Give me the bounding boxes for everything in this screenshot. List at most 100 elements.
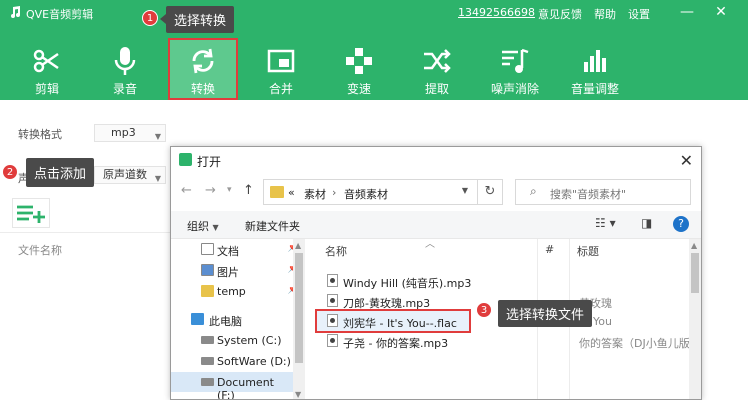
drive-icon: [201, 336, 214, 344]
file-row[interactable]: 子尧 - 你的答案.mp3 你的答案（DJ小鱼儿版）: [311, 331, 701, 351]
refresh-button[interactable]: ↻: [477, 179, 503, 205]
document-icon: [201, 243, 214, 255]
step3-badge: 3: [476, 302, 492, 318]
help-link[interactable]: 帮助: [594, 6, 616, 22]
app-icon: [179, 153, 192, 166]
add-list-icon: [17, 205, 45, 223]
microphone-icon: [114, 47, 136, 75]
drive-icon: [201, 357, 214, 365]
folder-icon: [201, 285, 214, 297]
column-number[interactable]: #: [545, 243, 554, 256]
minimize-button[interactable]: —: [676, 2, 698, 22]
tool-noise[interactable]: 噪声消除: [480, 40, 550, 100]
tool-record[interactable]: 录音: [90, 40, 160, 100]
chevron-down-icon: ▼: [212, 223, 219, 232]
chevron-down-icon[interactable]: ▼: [462, 186, 468, 195]
nav-item-drive-f[interactable]: Document (F:): [171, 372, 293, 399]
step2-badge: 2: [2, 164, 18, 180]
tool-cut[interactable]: 剪辑: [12, 40, 82, 100]
file-row-selected[interactable]: 刘宪华 - It's You--.flac: [315, 309, 471, 333]
divider: [0, 232, 170, 233]
search-icon: ⌕: [530, 184, 537, 198]
preview-pane-icon[interactable]: ◨: [641, 216, 652, 230]
chevron-down-icon: ▼: [154, 174, 161, 183]
forward-arrow-icon[interactable]: →: [205, 183, 216, 198]
recent-chevron-icon[interactable]: ▾: [227, 185, 232, 195]
format-select[interactable]: mp3 ▼: [94, 124, 166, 142]
tool-extract[interactable]: 提取: [402, 40, 472, 100]
audio-file-icon: [327, 334, 338, 347]
channel-select[interactable]: 原声道数 ▼: [94, 166, 166, 184]
tool-convert[interactable]: 转换: [168, 38, 238, 100]
help-icon[interactable]: ?: [673, 216, 689, 232]
step2-tooltip: 点击添加: [26, 158, 95, 187]
computer-icon: [191, 313, 204, 325]
scroll-thumb[interactable]: [691, 253, 699, 293]
up-arrow-icon[interactable]: ↑: [243, 183, 254, 198]
column-name[interactable]: 名称: [325, 243, 347, 259]
organize-menu[interactable]: 组织 ▼: [187, 218, 219, 234]
file-row[interactable]: Windy Hill (纯音乐).mp3: [311, 271, 701, 291]
breadcrumb-item[interactable]: 音频素材: [344, 186, 388, 202]
nav-item-pictures[interactable]: 图片 📌: [171, 260, 305, 280]
scissors-icon: [33, 49, 59, 73]
dialog-title: 打开: [197, 155, 222, 169]
dialog-nav-bar: ← → ▾ ↑ « 素材 › 音频素材 ▼ ↻ ⌕ 搜索"音频素材": [171, 175, 701, 209]
app-header: QVE音频剪辑 13492566698 意见反馈 帮助 设置 — ✕ 剪辑 录音…: [0, 0, 748, 100]
tool-volume[interactable]: 音量调整: [560, 40, 630, 100]
title-bar: QVE音频剪辑 13492566698 意见反馈 帮助 设置 — ✕: [0, 0, 748, 26]
new-folder-button[interactable]: 新建文件夹: [245, 218, 300, 234]
scroll-down-icon[interactable]: ▼: [295, 390, 301, 399]
merge-icon: [267, 49, 295, 73]
nav-item-this-pc[interactable]: 此电脑: [171, 309, 305, 329]
search-box[interactable]: ⌕ 搜索"音频素材": [515, 179, 691, 205]
step1-badge: 1: [142, 10, 158, 26]
list-scrollbar[interactable]: ▲: [689, 239, 701, 399]
chevron-down-icon: ▼: [154, 132, 161, 141]
nav-item-drive-c[interactable]: System (C:): [171, 330, 305, 350]
add-file-button[interactable]: [12, 198, 50, 228]
command-bar: 组织 ▼ 新建文件夹 ☷ ▾ ◨ ?: [171, 211, 701, 239]
close-window-button[interactable]: ✕: [710, 2, 732, 22]
music-note-icon: [11, 6, 20, 18]
audio-file-icon: [327, 274, 338, 287]
navigation-pane: 文档 📌 图片 📌 temp 📌 此电脑 System (C:) SoftWar…: [171, 239, 305, 399]
noise-icon: [502, 48, 529, 73]
breadcrumb-item[interactable]: 素材: [304, 186, 326, 202]
search-placeholder: 搜索"音频素材": [550, 188, 627, 201]
folder-icon: [270, 186, 284, 198]
app-title: QVE音频剪辑: [26, 8, 94, 21]
dialog-title-bar: 打开 ✕: [171, 147, 701, 173]
picture-icon: [201, 264, 214, 276]
back-arrow-icon[interactable]: ←: [181, 183, 192, 198]
scroll-up-icon[interactable]: ▲: [691, 241, 697, 250]
dialog-close-button[interactable]: ✕: [680, 151, 693, 170]
format-label: 转换格式: [18, 128, 62, 141]
audio-file-icon: [327, 294, 338, 307]
speed-icon: [346, 48, 372, 74]
account-phone-link[interactable]: 13492566698: [458, 6, 535, 19]
convert-icon: [192, 48, 214, 74]
drive-icon: [201, 378, 214, 386]
volume-icon: [584, 50, 606, 72]
nav-item-drive-d[interactable]: SoftWare (D:): [171, 351, 305, 371]
scroll-thumb[interactable]: [295, 253, 303, 363]
sort-caret-icon: ︿: [425, 239, 435, 250]
step3-tooltip: 选择转换文件: [498, 300, 593, 327]
nav-scrollbar[interactable]: ▲ ▼: [293, 239, 305, 399]
extract-icon: [424, 49, 451, 73]
view-options-icon[interactable]: ☷ ▾: [595, 216, 616, 230]
address-bar[interactable]: « 素材 › 音频素材 ▼: [263, 179, 503, 205]
scroll-up-icon[interactable]: ▲: [295, 241, 301, 250]
column-title[interactable]: 标题: [577, 243, 599, 259]
nav-item-temp[interactable]: temp 📌: [171, 281, 305, 301]
feedback-link[interactable]: 意见反馈: [538, 6, 582, 22]
tool-speed[interactable]: 变速: [324, 40, 394, 100]
step1-tooltip: 选择转换: [166, 6, 235, 33]
nav-item-documents[interactable]: 文档 📌: [171, 239, 305, 259]
settings-link[interactable]: 设置: [628, 6, 650, 22]
open-file-dialog: 打开 ✕ ← → ▾ ↑ « 素材 › 音频素材 ▼ ↻ ⌕ 搜索"音频素材" …: [170, 146, 702, 400]
tool-merge[interactable]: 合并: [246, 40, 316, 100]
file-name-column: 文件名称: [18, 244, 62, 257]
audio-file-icon: [327, 314, 338, 327]
